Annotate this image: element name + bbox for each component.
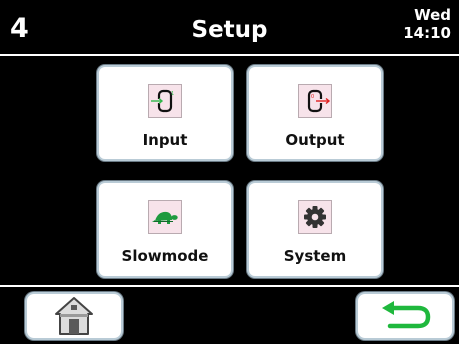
gear-icon bbox=[304, 206, 326, 228]
slowmode-tile[interactable]: Slowmode bbox=[97, 181, 233, 278]
clock-day: Wed bbox=[414, 6, 451, 24]
turtle-icon bbox=[152, 211, 178, 224]
header-bar: 4 Setup Wed 14:10 bbox=[0, 0, 459, 55]
system-label: System bbox=[283, 247, 347, 265]
back-button[interactable] bbox=[356, 292, 454, 340]
home-button[interactable] bbox=[25, 292, 123, 340]
output-signal-icon: 0 bbox=[307, 89, 331, 113]
input-signal-icon: 1 bbox=[151, 89, 174, 113]
output-icon-box: 0 bbox=[298, 84, 332, 118]
clock: Wed 14:10 bbox=[391, 6, 451, 42]
output-tile[interactable]: 0 Output bbox=[247, 65, 383, 161]
setup-screen: 4 Setup Wed 14:10 1 Input 0 Output Slowm… bbox=[0, 0, 459, 344]
svg-text:0: 0 bbox=[311, 94, 314, 100]
output-label: Output bbox=[285, 131, 345, 149]
home-icon bbox=[55, 297, 93, 335]
clock-time: 14:10 bbox=[403, 24, 451, 42]
slowmode-icon-box bbox=[148, 200, 182, 234]
header-divider bbox=[0, 54, 459, 56]
input-icon-box: 1 bbox=[148, 84, 182, 118]
slowmode-label: Slowmode bbox=[121, 247, 209, 265]
footer-divider bbox=[0, 285, 459, 287]
input-label: Input bbox=[142, 131, 188, 149]
system-icon-box bbox=[298, 200, 332, 234]
input-tile[interactable]: 1 Input bbox=[97, 65, 233, 161]
svg-text:1: 1 bbox=[171, 91, 174, 97]
system-tile[interactable]: System bbox=[247, 181, 383, 278]
return-arrow-icon bbox=[382, 301, 431, 329]
